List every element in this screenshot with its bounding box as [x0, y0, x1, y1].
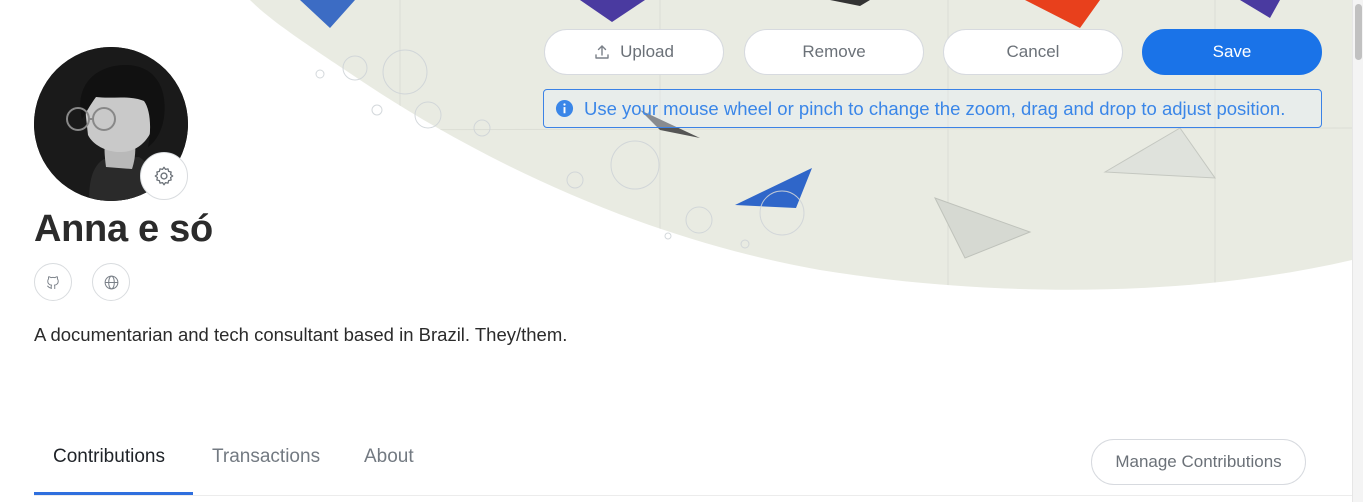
- gear-icon: [154, 166, 174, 186]
- save-label: Save: [1212, 42, 1252, 61]
- upload-button[interactable]: Upload: [544, 29, 724, 75]
- manage-contributions-label: Manage Contributions: [1115, 452, 1282, 471]
- cancel-label: Cancel: [1006, 42, 1060, 61]
- page-scrollbar[interactable]: [1352, 0, 1363, 502]
- tabs-divider: [34, 495, 1352, 496]
- cover-hint-banner: Use your mouse wheel or pinch to change …: [543, 89, 1322, 128]
- globe-icon: [104, 275, 118, 289]
- remove-button[interactable]: Remove: [744, 29, 924, 75]
- remove-label: Remove: [802, 42, 866, 61]
- tab-contributions[interactable]: Contributions: [53, 446, 165, 468]
- save-button[interactable]: Save: [1142, 29, 1322, 75]
- website-link[interactable]: [92, 263, 130, 301]
- profile-bio: A documentarian and tech consultant base…: [34, 324, 568, 345]
- info-icon: [555, 99, 574, 118]
- github-icon: [47, 276, 59, 289]
- profile-page: Upload Remove Cancel Save Use your mouse…: [0, 0, 1363, 502]
- github-link[interactable]: [34, 263, 72, 301]
- manage-contributions-button[interactable]: Manage Contributions: [1091, 439, 1306, 485]
- tab-about[interactable]: About: [364, 446, 414, 468]
- tab-transactions[interactable]: Transactions: [212, 446, 320, 468]
- upload-icon: [595, 45, 609, 59]
- upload-label: Upload: [620, 42, 674, 61]
- hint-text: Use your mouse wheel or pinch to change …: [584, 97, 1286, 119]
- cancel-button[interactable]: Cancel: [943, 29, 1123, 75]
- profile-name: Anna e só: [34, 208, 213, 250]
- scrollbar-thumb[interactable]: [1355, 4, 1362, 60]
- avatar-settings-button[interactable]: [140, 152, 188, 200]
